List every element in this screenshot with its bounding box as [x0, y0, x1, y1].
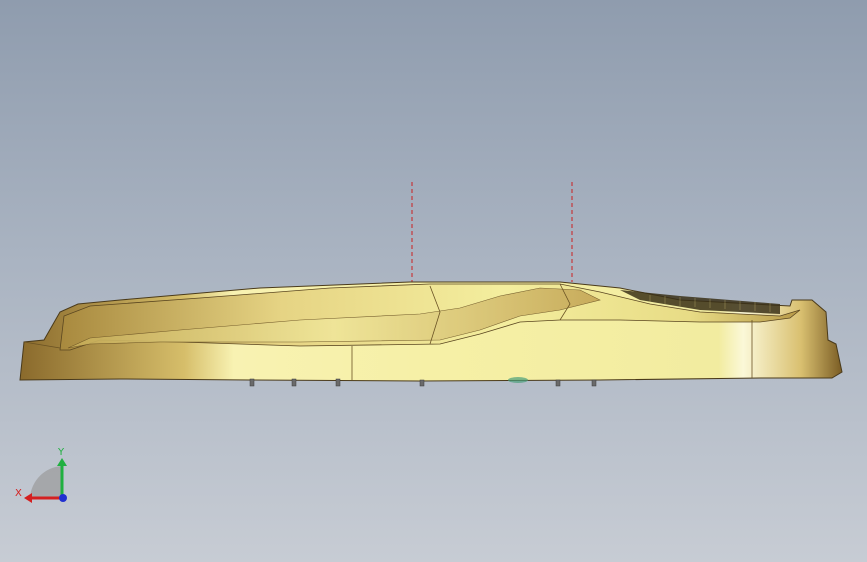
- y-axis-arrow-icon: [57, 458, 67, 466]
- z-axis-icon: [59, 494, 67, 502]
- graphics-viewport[interactable]: Y X: [0, 0, 867, 562]
- x-axis-arrow-icon: [24, 493, 32, 503]
- orientation-triad[interactable]: Y X: [0, 0, 867, 562]
- y-axis-label: Y: [57, 447, 65, 458]
- triad-plane: [30, 466, 62, 498]
- x-axis-label: X: [15, 488, 22, 499]
